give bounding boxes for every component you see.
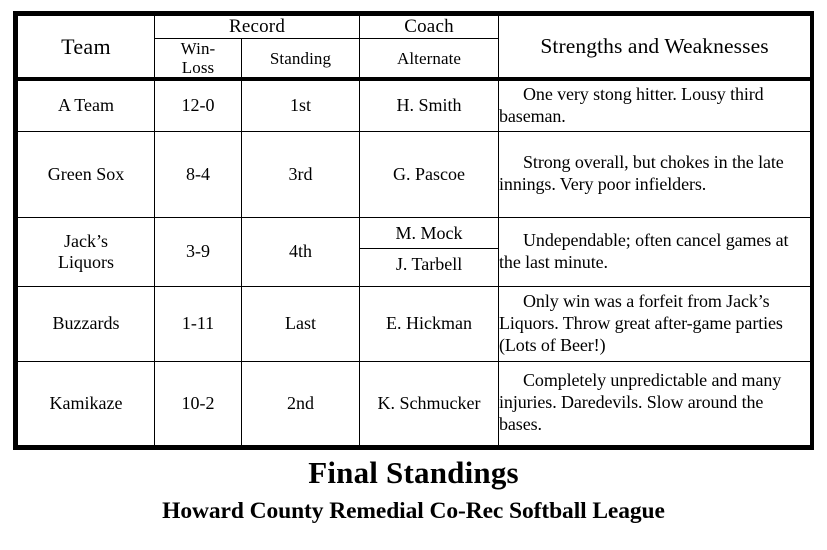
cell-win-loss: 3-9: [154, 216, 242, 287]
header-win-loss: Win- Loss: [154, 38, 242, 82]
standings-table-frame: Team Record Coach Strengths and Weakness…: [13, 11, 814, 450]
cell-coach: K. Schmucker: [359, 360, 500, 447]
cell-standing: Last: [240, 285, 361, 362]
header-alternate: Alternate: [359, 38, 500, 82]
table-header: Team Record Coach Strengths and Weakness…: [17, 15, 812, 82]
caption-subtitle: Howard County Remedial Co-Rec Softball L…: [162, 497, 665, 524]
table-row: Jack’s Liquors 3-9 4th M. Mock J. Tarbell…: [17, 216, 812, 287]
header-win-loss-line1: Win-: [180, 39, 216, 58]
cell-team: Buzzards: [17, 285, 155, 362]
table-caption: Final Standings Howard County Remedial C…: [0, 455, 827, 525]
caption-title: Final Standings: [308, 455, 519, 490]
header-row-group: Team Record Coach Strengths and Weakness…: [17, 15, 812, 82]
cell-team-line1: Jack’s Liquors: [58, 231, 114, 272]
cell-notes: Only win was a forfeit from Jack’s Liquo…: [498, 285, 812, 362]
cell-win-loss: 12-0: [154, 78, 242, 132]
table-row: Green Sox 8-4 3rd G. Pascoe Strong overa…: [17, 130, 812, 218]
cell-standing: 4th: [240, 216, 361, 287]
cell-coach-split: M. Mock J. Tarbell: [359, 216, 500, 287]
cell-notes: Completely unpredictable and many injuri…: [498, 360, 812, 447]
cell-coach: G. Pascoe: [359, 130, 500, 218]
header-standing: Standing: [240, 38, 361, 82]
cell-standing: 3rd: [240, 130, 361, 218]
header-win-loss-line2: Loss: [181, 58, 215, 78]
cell-win-loss: 1-11: [154, 285, 242, 362]
cell-team: Kamikaze: [17, 360, 155, 447]
cell-notes: One very stong hitter. Lousy third basem…: [498, 78, 812, 132]
table-row: Buzzards 1-11 Last E. Hickman Only win w…: [17, 285, 812, 362]
cell-team: A Team: [17, 78, 155, 132]
cell-coach-primary: M. Mock: [395, 222, 463, 243]
cell-team: Green Sox: [17, 130, 155, 218]
cell-coach: E. Hickman: [359, 285, 500, 362]
header-team: Team: [17, 15, 155, 82]
cell-win-loss: 8-4: [154, 130, 242, 218]
header-strengths-weaknesses: Strengths and Weaknesses: [498, 15, 812, 82]
cell-standing: 2nd: [240, 360, 361, 447]
cell-coach: H. Smith: [359, 78, 500, 132]
header-record-group: Record: [153, 15, 361, 39]
header-coach-group: Coach: [359, 15, 500, 39]
table-row: Kamikaze 10-2 2nd K. Schmucker Completel…: [17, 360, 812, 447]
cell-team: Jack’s Liquors: [17, 216, 155, 287]
final-standings-table: Team Record Coach Strengths and Weakness…: [17, 15, 812, 447]
cell-notes: Undependable; often cancel games at the …: [498, 216, 812, 287]
document-page: Team Record Coach Strengths and Weakness…: [0, 0, 827, 550]
cell-coach-alternate: J. Tarbell: [360, 247, 499, 279]
table-body: A Team 12-0 1st H. Smith One very stong …: [17, 78, 812, 447]
table-row: A Team 12-0 1st H. Smith One very stong …: [17, 78, 812, 132]
cell-standing: 1st: [240, 78, 361, 132]
cell-notes: Strong overall, but chokes in the late i…: [498, 130, 812, 218]
cell-win-loss: 10-2: [154, 360, 242, 447]
